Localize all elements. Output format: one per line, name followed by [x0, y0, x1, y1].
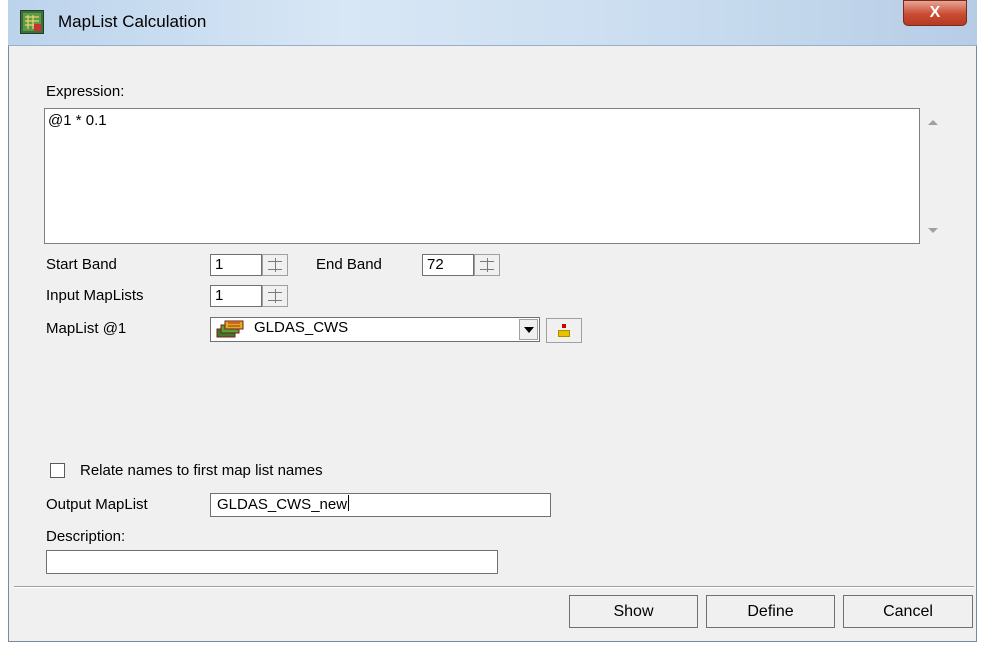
end-band-input[interactable]: 72: [422, 254, 474, 276]
ilwis-app-icon: [20, 10, 44, 34]
input-maplists-spinner[interactable]: [262, 285, 288, 307]
end-band-label: End Band: [316, 256, 382, 273]
expression-scrollbar[interactable]: [920, 108, 945, 244]
relate-names-checkbox[interactable]: [50, 463, 65, 478]
end-band-spinner[interactable]: [474, 254, 500, 276]
input-maplists-input[interactable]: 1: [210, 285, 262, 307]
close-icon: X: [929, 4, 941, 21]
window-title: MapList Calculation: [58, 12, 207, 31]
output-maplist-input[interactable]: GLDAS_CWS_new: [210, 493, 551, 517]
expression-label: Expression:: [46, 83, 125, 100]
close-button[interactable]: X: [903, 0, 967, 26]
input-maplists-label: Input MapLists: [46, 287, 144, 304]
start-band-spinner[interactable]: [262, 254, 288, 276]
scroll-up-arrow-icon[interactable]: [928, 120, 938, 125]
maplist1-selected: GLDAS_CWS: [254, 319, 349, 336]
expression-value: @1 * 0.1: [48, 112, 107, 129]
output-maplist-value: GLDAS_CWS_new: [217, 496, 348, 513]
maplist1-label: MapList @1: [46, 320, 127, 337]
cancel-button[interactable]: Cancel: [843, 595, 973, 628]
scroll-down-arrow-icon[interactable]: [928, 228, 938, 233]
define-button[interactable]: Define: [706, 595, 835, 628]
chevron-down-icon[interactable]: [519, 319, 538, 340]
relate-names-label: Relate names to first map list names: [80, 462, 323, 479]
start-band-label: Start Band: [46, 256, 117, 273]
description-label: Description:: [46, 528, 126, 545]
description-input[interactable]: [46, 550, 498, 574]
maplist-icon: [216, 320, 250, 338]
output-maplist-label: Output MapList: [46, 496, 148, 513]
expression-textarea[interactable]: [44, 108, 920, 244]
start-band-input[interactable]: 1: [210, 254, 262, 276]
text-caret: [348, 495, 350, 511]
show-button[interactable]: Show: [569, 595, 698, 628]
button-separator-highlight: [14, 587, 974, 588]
browse-folder-button[interactable]: [546, 318, 582, 343]
